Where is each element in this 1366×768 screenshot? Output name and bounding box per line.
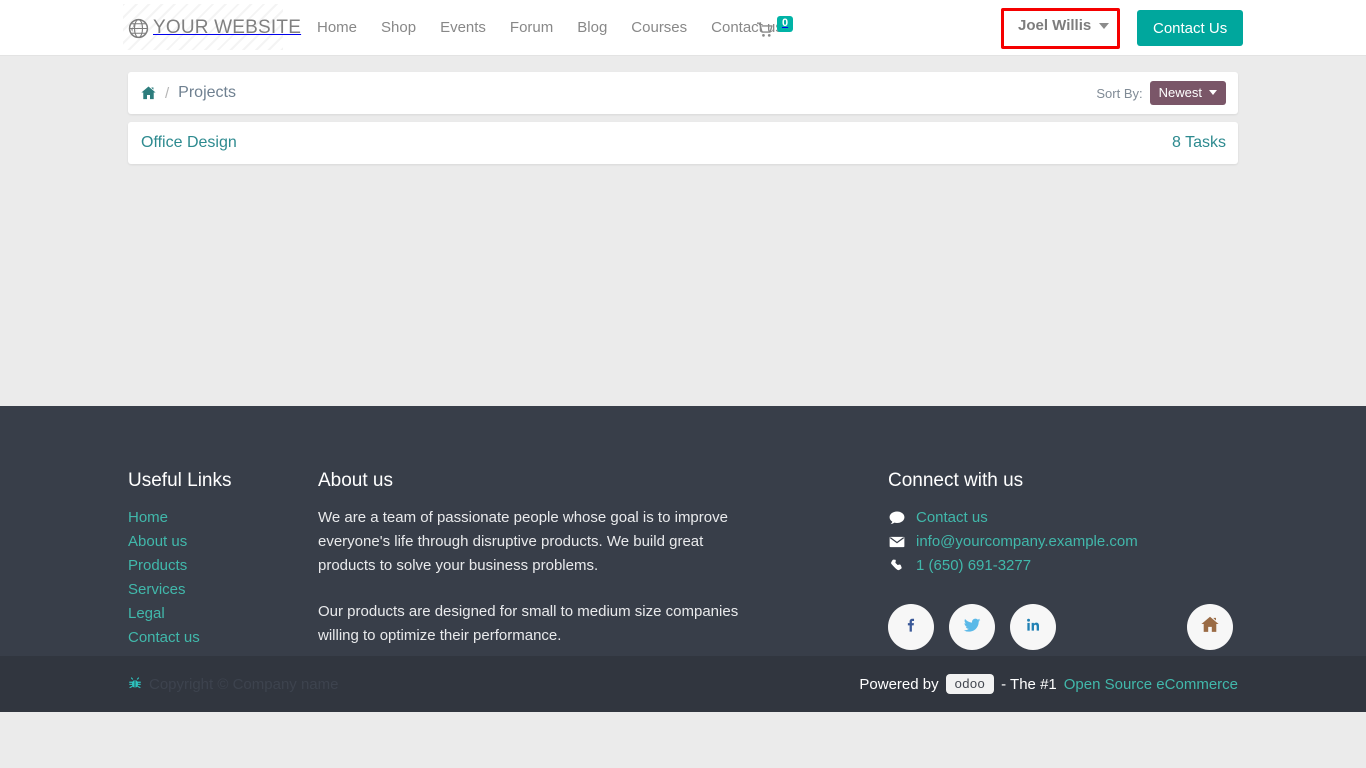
sort-by-control: Sort By: Newest: [1096, 81, 1226, 105]
footer-email-row: info@yourcompany.example.com: [888, 530, 1238, 554]
site-header: YOUR WEBSITE Home Shop Events Forum Blog…: [0, 0, 1366, 56]
user-menu-dropdown[interactable]: Joel Willis: [1012, 13, 1115, 38]
breadcrumb-separator: /: [165, 84, 170, 102]
footer-about-paragraph-2: Our products are designed for small to m…: [318, 603, 739, 644]
footer-phone-row: 1 (650) 691-3277: [888, 554, 1238, 578]
powered-by-middle: - The #1: [1001, 675, 1057, 693]
globe-icon: [128, 18, 149, 39]
powered-by-block: Powered by odoo - The #1 Open Source eCo…: [859, 674, 1238, 694]
envelope-icon: [888, 534, 905, 550]
sort-by-label: Sort By:: [1096, 85, 1143, 101]
phone-icon: [888, 558, 905, 574]
footer-about: About us We are a team of passionate peo…: [318, 470, 888, 670]
footer-email-link[interactable]: info@yourcompany.example.com: [916, 530, 1138, 554]
nav-item-courses[interactable]: Courses: [619, 0, 699, 56]
nav-item-events[interactable]: Events: [428, 0, 498, 56]
twitter-icon: [962, 615, 982, 640]
main-content: / Projects Sort By: Newest Office Design…: [0, 56, 1366, 406]
breadcrumb-bar: / Projects Sort By: Newest: [128, 72, 1238, 114]
footer-contact-row: Contact us: [888, 506, 1238, 530]
nav-item-blog[interactable]: Blog: [565, 0, 619, 56]
shopping-cart-icon: [756, 22, 774, 38]
social-twitter-button[interactable]: [949, 604, 995, 650]
comment-icon: [888, 510, 905, 526]
footer-connect-title: Connect with us: [888, 470, 1024, 491]
chevron-down-icon: [1099, 22, 1110, 29]
footer-bottom-bar: Copyright © Company name Powered by odoo…: [0, 656, 1366, 712]
contact-us-button[interactable]: Contact Us: [1137, 10, 1244, 46]
nav-item-forum[interactable]: Forum: [498, 0, 565, 56]
footer-bottom-inner: Copyright © Company name Powered by odoo…: [128, 656, 1238, 712]
footer-link-services[interactable]: Services: [128, 578, 318, 602]
social-linkedin-button[interactable]: [1010, 604, 1056, 650]
footer-useful-links-title: Useful Links: [128, 470, 232, 491]
footer-about-paragraph-1: We are a team of passionate people whose…: [318, 509, 728, 574]
footer-social-links: [888, 604, 1238, 650]
project-row[interactable]: Office Design 8 Tasks: [128, 122, 1238, 164]
chevron-down-icon: [1209, 90, 1217, 95]
cart-button[interactable]: 0: [756, 16, 794, 38]
home-icon: [141, 86, 156, 100]
copyright-text: Copyright © Company name: [149, 675, 339, 693]
social-home-button[interactable]: [1187, 604, 1233, 650]
sort-by-dropdown[interactable]: Newest: [1149, 81, 1226, 105]
site-logo[interactable]: YOUR WEBSITE: [123, 4, 302, 50]
nav-item-shop[interactable]: Shop: [369, 0, 428, 56]
footer-link-about-us[interactable]: About us: [128, 530, 318, 554]
breadcrumb-home-link[interactable]: [141, 86, 156, 100]
footer-link-products[interactable]: Products: [128, 554, 318, 578]
footer-link-contact-us[interactable]: Contact us: [128, 626, 318, 650]
main-navigation: Home Shop Events Forum Blog Courses Cont…: [305, 0, 795, 56]
bug-icon: [128, 677, 142, 691]
footer-link-legal[interactable]: Legal: [128, 602, 318, 626]
sort-by-value: Newest: [1158, 85, 1202, 100]
site-footer: Useful Links Home About us Products Serv…: [0, 406, 1366, 712]
copyright-block: Copyright © Company name: [128, 676, 338, 693]
project-name-link[interactable]: Office Design: [141, 134, 237, 152]
content-container: / Projects Sort By: Newest Office Design…: [128, 72, 1238, 164]
home-icon: [1201, 616, 1219, 638]
social-facebook-button[interactable]: [888, 604, 934, 650]
footer-useful-links: Useful Links Home About us Products Serv…: [128, 470, 318, 670]
footer-connect: Connect with us Contact us info@yourcomp…: [888, 470, 1238, 670]
powered-by-prefix: Powered by: [859, 675, 939, 693]
footer-phone-link[interactable]: 1 (650) 691-3277: [916, 554, 1031, 578]
project-task-count-link[interactable]: 8 Tasks: [1172, 134, 1226, 152]
nav-item-home[interactable]: Home: [305, 0, 369, 56]
footer-contact-us-link[interactable]: Contact us: [916, 506, 988, 530]
linkedin-icon: [1024, 616, 1042, 639]
cart-count-badge: 0: [777, 16, 794, 32]
footer-about-title: About us: [318, 470, 393, 491]
facebook-icon: [902, 615, 921, 639]
site-logo-text: YOUR WEBSITE: [153, 17, 302, 38]
breadcrumb-current: Projects: [178, 84, 236, 101]
open-source-ecommerce-link[interactable]: Open Source eCommerce: [1064, 676, 1238, 693]
footer-columns: Useful Links Home About us Products Serv…: [128, 406, 1238, 670]
user-menu-label: Joel Willis: [1018, 17, 1092, 34]
footer-link-home[interactable]: Home: [128, 506, 318, 530]
odoo-logo-badge[interactable]: odoo: [945, 674, 995, 694]
